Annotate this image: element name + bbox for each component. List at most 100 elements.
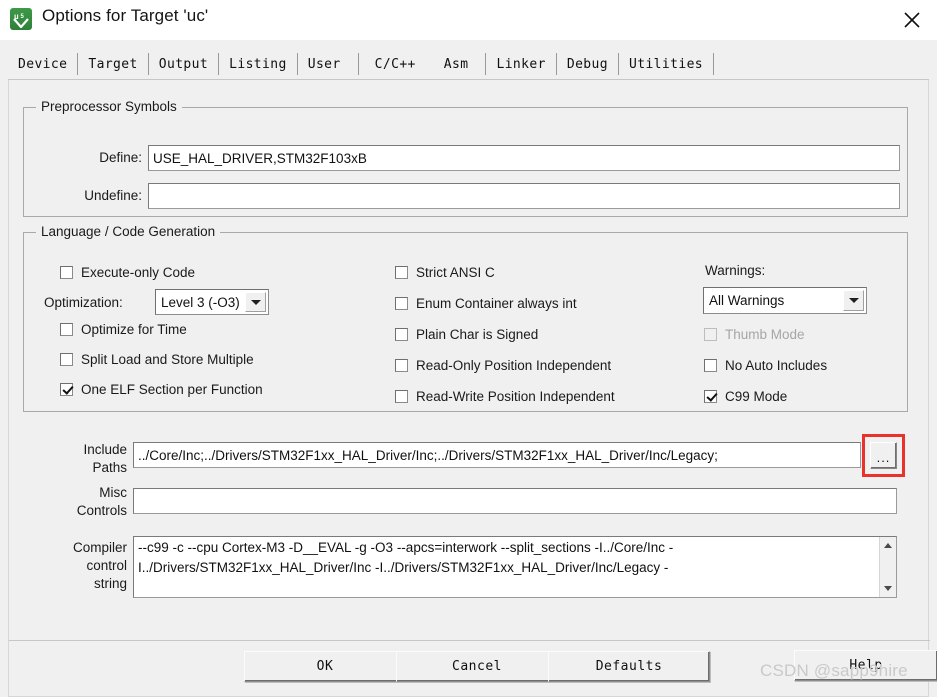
compiler-control-string-textarea[interactable]: --c99 -c --cpu Cortex-M3 -D__EVAL -g -O3…: [133, 536, 897, 598]
optimization-select[interactable]: Level 3 (-O3): [155, 289, 269, 315]
help-button[interactable]: Help: [794, 650, 937, 681]
undefine-input[interactable]: [148, 183, 900, 209]
checkbox-plain-char-signed[interactable]: Plain Char is Signed: [395, 327, 538, 342]
no-auto-includes-label: No Auto Includes: [725, 358, 828, 373]
checkbox-strict-ansi-c[interactable]: Strict ANSI C: [395, 265, 495, 280]
read-only-position-independent-box: [395, 359, 408, 372]
compiler-control-string-line2: I../Drivers/STM32F1xx_HAL_Driver/Inc -I.…: [138, 560, 669, 575]
read-write-position-independent-label: Read-Write Position Independent: [416, 389, 615, 404]
language-code-generation-title: Language / Code Generation: [36, 224, 221, 239]
tab-utilities[interactable]: Utilities: [618, 50, 715, 78]
compiler-control-string-label-line1: Compiler: [72, 540, 127, 555]
close-icon[interactable]: [887, 0, 937, 40]
tab-linker[interactable]: Linker: [486, 50, 558, 78]
keil-uvision5-icon: µ 5: [10, 8, 32, 30]
tab-asm-label: Asm: [443, 56, 469, 72]
tab-user[interactable]: User: [297, 50, 359, 78]
footer-divider: [9, 640, 930, 641]
include-paths-label-line1: Include: [83, 442, 127, 457]
language-code-generation-group: Language / Code Generation Execute-only …: [23, 224, 908, 412]
one-elf-section-box: [60, 383, 73, 396]
c99-mode-label: C99 Mode: [725, 389, 788, 404]
strict-ansi-c-box: [395, 266, 408, 279]
tab-user-label: User: [307, 56, 341, 72]
no-auto-includes-box: [704, 359, 717, 372]
define-input[interactable]: USE_HAL_DRIVER,STM32F103xB: [148, 145, 900, 171]
dialog-body: Preprocessor Symbols Define: USE_HAL_DRI…: [8, 80, 929, 640]
chevron-down-icon[interactable]: [245, 292, 266, 312]
scroll-down-icon[interactable]: [880, 580, 896, 597]
checkbox-one-elf-section[interactable]: One ELF Section per Function: [60, 382, 263, 397]
cancel-button[interactable]: Cancel: [396, 651, 558, 682]
tab-debug-label: Debug: [566, 56, 608, 72]
warnings-label: Warnings:: [705, 263, 766, 278]
title-bar: µ 5 Options for Target 'uc': [0, 0, 937, 40]
split-load-store-label: Split Load and Store Multiple: [81, 352, 254, 367]
checkbox-c99-mode[interactable]: C99 Mode: [704, 389, 787, 404]
compiler-control-string-label-line2: control: [86, 558, 127, 573]
optimize-for-time-label: Optimize for Time: [81, 322, 187, 337]
execute-only-code-box: [60, 266, 73, 279]
strict-ansi-c-label: Strict ANSI C: [416, 265, 495, 280]
split-load-store-box: [60, 353, 73, 366]
warnings-value: All Warnings: [709, 293, 785, 308]
thumb-mode-box: [704, 328, 717, 341]
tab-list: Device Target Output Listing User C/C++ …: [8, 50, 715, 78]
preprocessor-symbols-title: Preprocessor Symbols: [36, 99, 182, 114]
checkbox-no-auto-includes[interactable]: No Auto Includes: [704, 358, 827, 373]
checkbox-split-load-store[interactable]: Split Load and Store Multiple: [60, 352, 254, 367]
optimization-label: Optimization:: [44, 295, 123, 310]
include-paths-label-line2: Paths: [92, 460, 127, 475]
optimization-value: Level 3 (-O3): [161, 294, 240, 310]
tab-output[interactable]: Output: [148, 50, 220, 78]
window-title: Options for Target 'uc': [42, 6, 209, 25]
checkbox-read-write-position-independent[interactable]: Read-Write Position Independent: [395, 389, 615, 404]
checkbox-optimize-for-time[interactable]: Optimize for Time: [60, 322, 187, 337]
tab-asm[interactable]: Asm: [433, 50, 487, 78]
defaults-button[interactable]: Defaults: [548, 651, 710, 682]
scroll-up-icon[interactable]: [880, 537, 896, 554]
checkbox-execute-only-code[interactable]: Execute-only Code: [60, 265, 195, 280]
tab-c-cpp-label: C/C++: [374, 56, 416, 72]
plain-char-signed-label: Plain Char is Signed: [416, 327, 539, 342]
c99-mode-box: [704, 390, 717, 403]
one-elf-section-label: One ELF Section per Function: [81, 382, 263, 397]
tab-c-cpp[interactable]: C/C++: [358, 50, 434, 78]
read-write-position-independent-box: [395, 390, 408, 403]
define-label: Define:: [99, 150, 142, 165]
enum-container-int-label: Enum Container always int: [416, 296, 577, 311]
undefine-label: Undefine:: [84, 188, 142, 203]
tab-device-label: Device: [18, 56, 68, 72]
svg-text:5: 5: [21, 14, 25, 20]
ok-button[interactable]: OK: [244, 651, 406, 682]
chevron-down-icon-warnings[interactable]: [843, 290, 864, 311]
tab-linker-label: Linker: [496, 56, 546, 72]
compiler-control-string-line1: --c99 -c --cpu Cortex-M3 -D__EVAL -g -O3…: [138, 540, 674, 555]
warnings-select[interactable]: All Warnings: [703, 287, 867, 314]
tab-debug[interactable]: Debug: [556, 50, 620, 78]
plain-char-signed-box: [395, 328, 408, 341]
misc-controls-input[interactable]: [133, 488, 897, 514]
checkbox-read-only-position-independent[interactable]: Read-Only Position Independent: [395, 358, 611, 373]
preprocessor-symbols-group: Preprocessor Symbols Define: USE_HAL_DRI…: [23, 99, 908, 217]
dialog-footer: OK Cancel Defaults Help: [8, 640, 937, 697]
misc-controls-label-line2: Controls: [76, 503, 127, 518]
tab-listing[interactable]: Listing: [219, 50, 298, 78]
execute-only-code-label: Execute-only Code: [81, 265, 196, 280]
tab-target-label: Target: [88, 56, 138, 72]
tab-utilities-label: Utilities: [628, 56, 704, 72]
options-dialog: µ 5 Options for Target 'uc' Device Targe…: [0, 0, 937, 697]
enum-container-int-box: [395, 297, 408, 310]
include-paths-input[interactable]: ../Core/Inc;../Drivers/STM32F1xx_HAL_Dri…: [133, 442, 861, 468]
compiler-control-string-scrollbar[interactable]: [879, 537, 896, 597]
tab-target[interactable]: Target: [78, 50, 150, 78]
optimize-for-time-box: [60, 323, 73, 336]
include-paths-browse-button[interactable]: ...: [870, 442, 897, 469]
tab-listing-label: Listing: [229, 56, 287, 72]
checkbox-thumb-mode: Thumb Mode: [704, 327, 805, 342]
tab-strip: Device Target Output Listing User C/C++ …: [0, 40, 937, 119]
misc-controls-label-line1: Misc: [99, 485, 127, 500]
checkbox-enum-container-int[interactable]: Enum Container always int: [395, 296, 577, 311]
tab-device[interactable]: Device: [8, 50, 79, 78]
thumb-mode-label: Thumb Mode: [725, 327, 805, 342]
